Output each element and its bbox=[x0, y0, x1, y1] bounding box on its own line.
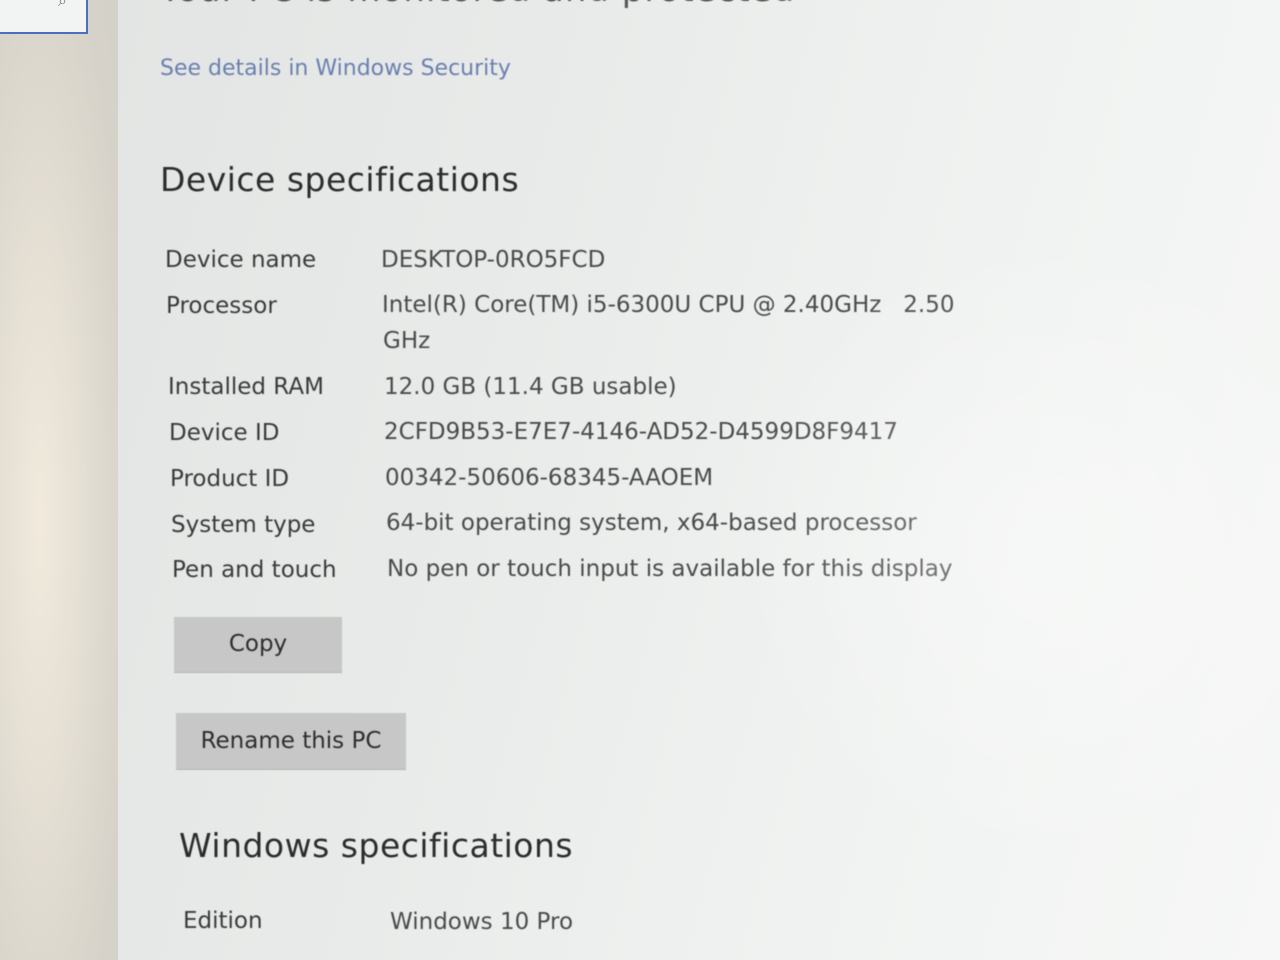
sidebar: ⌕ bbox=[0, 0, 118, 960]
processor-value: Intel(R) Core(TM) i5-6300U CPU @ 2.40GHz… bbox=[382, 292, 955, 318]
protection-status-title: Your PC is monitored and protected bbox=[160, 0, 795, 10]
pen-and-touch-label: Pen and touch bbox=[172, 557, 337, 583]
windows-specifications-heading: Windows specifications bbox=[179, 826, 574, 865]
search-icon: ⌕ bbox=[58, 0, 67, 10]
system-type-label: System type bbox=[171, 512, 316, 538]
settings-window: ⌕ Your PC is monitored and protected See… bbox=[0, 0, 1280, 960]
installed-ram-label: Installed RAM bbox=[168, 374, 324, 400]
rename-pc-button[interactable]: Rename this PC bbox=[176, 713, 406, 769]
device-specifications-heading: Device specifications bbox=[160, 160, 520, 199]
edition-value: Windows 10 Pro bbox=[390, 909, 574, 935]
device-name-value: DESKTOP-0RO5FCD bbox=[381, 247, 606, 273]
product-id-value: 00342-50606-68345-AAOEM bbox=[385, 465, 714, 491]
edition-label: Edition bbox=[183, 908, 263, 934]
system-type-value: 64-bit operating system, x64-based proce… bbox=[386, 510, 917, 536]
pen-and-touch-value: No pen or touch input is available for t… bbox=[387, 556, 953, 582]
device-name-label: Device name bbox=[165, 247, 317, 273]
installed-ram-value: 12.0 GB (11.4 GB usable) bbox=[384, 374, 677, 400]
processor-label: Processor bbox=[166, 293, 277, 319]
device-id-value: 2CFD9B53-E7E7-4146-AD52-D4599D8F9417 bbox=[384, 419, 898, 445]
search-input[interactable]: ⌕ bbox=[0, 0, 88, 34]
product-id-label: Product ID bbox=[170, 466, 290, 492]
copy-button[interactable]: Copy bbox=[174, 617, 342, 672]
processor-value-continued: GHz bbox=[383, 328, 431, 354]
windows-security-link[interactable]: See details in Windows Security bbox=[160, 56, 511, 81]
device-id-label: Device ID bbox=[169, 420, 280, 446]
